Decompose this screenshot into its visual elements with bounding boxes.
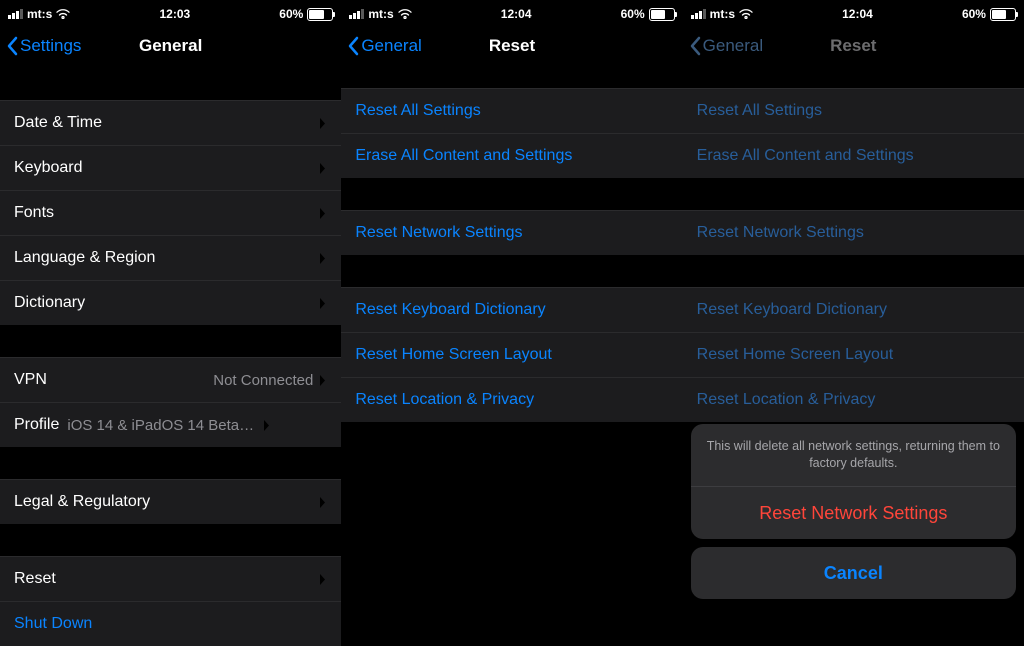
chevron-left-icon	[347, 36, 359, 56]
battery-icon	[307, 8, 333, 21]
row-reset-keyboard-dict: Reset Keyboard Dictionary	[683, 288, 1024, 333]
cancel-button[interactable]: Cancel	[691, 547, 1016, 599]
row-value: Not Connected	[213, 372, 313, 389]
row-keyboard[interactable]: Keyboard	[0, 146, 341, 191]
back-button[interactable]: General	[341, 36, 421, 56]
row-label: Erase All Content and Settings	[355, 147, 668, 165]
back-label: Settings	[20, 36, 81, 56]
status-bar: mt:s 12:04 60%	[683, 0, 1024, 24]
chevron-right-icon	[319, 374, 327, 387]
row-reset-location-privacy: Reset Location & Privacy	[683, 378, 1024, 422]
clock: 12:03	[159, 7, 190, 21]
nav-bar: General Reset	[341, 24, 682, 68]
nav-bar: General Reset	[683, 24, 1024, 68]
chevron-right-icon	[319, 162, 327, 175]
battery-percent: 60%	[962, 7, 986, 21]
row-label: Keyboard	[14, 159, 319, 177]
row-label: Reset Home Screen Layout	[355, 346, 668, 364]
row-label: Shut Down	[14, 615, 327, 633]
row-label: Legal & Regulatory	[14, 493, 319, 511]
row-reset-all-settings: Reset All Settings	[683, 89, 1024, 134]
row-label: Reset Network Settings	[697, 224, 1010, 242]
wifi-icon	[398, 9, 412, 19]
battery-icon	[990, 8, 1016, 21]
signal-icon	[691, 9, 706, 19]
action-sheet-message: This will delete all network settings, r…	[691, 424, 1016, 487]
row-profile[interactable]: Profile iOS 14 & iPadOS 14 Beta Softwar..…	[0, 403, 341, 447]
carrier-label: mt:s	[368, 7, 393, 21]
row-label: Erase All Content and Settings	[697, 147, 1010, 165]
row-label: Reset Location & Privacy	[697, 391, 1010, 409]
chevron-right-icon	[319, 117, 327, 130]
row-reset-keyboard-dict[interactable]: Reset Keyboard Dictionary	[341, 288, 682, 333]
phone-reset-confirm: mt:s 12:04 60% General Reset Reset All S…	[683, 0, 1024, 607]
row-reset-network[interactable]: Reset Network Settings	[341, 211, 682, 255]
back-button: General	[683, 36, 763, 56]
row-vpn[interactable]: VPNNot Connected	[0, 358, 341, 403]
row-label: Language & Region	[14, 249, 319, 267]
nav-bar: Settings General	[0, 24, 341, 68]
row-erase-all: Erase All Content and Settings	[683, 134, 1024, 178]
row-label: Fonts	[14, 204, 319, 222]
action-sheet: This will delete all network settings, r…	[691, 424, 1016, 599]
chevron-right-icon	[319, 252, 327, 265]
row-label: Reset Network Settings	[355, 224, 668, 242]
row-erase-all[interactable]: Erase All Content and Settings	[341, 134, 682, 178]
back-label: General	[361, 36, 421, 56]
phone-general: mt:s 12:03 60% Settings General Date & T…	[0, 0, 341, 607]
status-bar: mt:s 12:04 60%	[341, 0, 682, 24]
row-language-region[interactable]: Language & Region	[0, 236, 341, 281]
row-reset-home-layout: Reset Home Screen Layout	[683, 333, 1024, 378]
battery-percent: 60%	[621, 7, 645, 21]
row-label: Reset All Settings	[355, 102, 668, 120]
row-date-time[interactable]: Date & Time	[0, 101, 341, 146]
row-label: Reset Keyboard Dictionary	[355, 301, 668, 319]
chevron-right-icon	[319, 573, 327, 586]
row-reset-home-layout[interactable]: Reset Home Screen Layout	[341, 333, 682, 378]
row-value: iOS 14 & iPadOS 14 Beta Softwar...	[67, 417, 257, 434]
row-label: VPN	[14, 371, 213, 389]
row-shut-down[interactable]: Shut Down	[0, 602, 341, 646]
chevron-right-icon	[319, 297, 327, 310]
confirm-reset-button[interactable]: Reset Network Settings	[691, 487, 1016, 539]
carrier-label: mt:s	[27, 7, 52, 21]
phone-reset: mt:s 12:04 60% General Reset Reset All S…	[341, 0, 682, 607]
row-label: Reset All Settings	[697, 102, 1010, 120]
back-label: General	[703, 36, 763, 56]
chevron-right-icon	[319, 207, 327, 220]
row-dictionary[interactable]: Dictionary	[0, 281, 341, 325]
row-reset-network: Reset Network Settings	[683, 211, 1024, 255]
chevron-right-icon	[319, 496, 327, 509]
chevron-left-icon	[689, 36, 701, 56]
row-reset-location-privacy[interactable]: Reset Location & Privacy	[341, 378, 682, 422]
row-legal[interactable]: Legal & Regulatory	[0, 480, 341, 524]
clock: 12:04	[842, 7, 873, 21]
chevron-left-icon	[6, 36, 18, 56]
signal-icon	[8, 9, 23, 19]
row-label: Profile	[14, 416, 59, 434]
row-label: Reset Location & Privacy	[355, 391, 668, 409]
wifi-icon	[56, 9, 70, 19]
row-label: Reset	[14, 570, 319, 588]
back-button[interactable]: Settings	[0, 36, 81, 56]
row-label: Reset Keyboard Dictionary	[697, 301, 1010, 319]
row-label: Dictionary	[14, 294, 319, 312]
row-fonts[interactable]: Fonts	[0, 191, 341, 236]
battery-icon	[649, 8, 675, 21]
status-bar: mt:s 12:03 60%	[0, 0, 341, 24]
carrier-label: mt:s	[710, 7, 735, 21]
wifi-icon	[739, 9, 753, 19]
row-reset[interactable]: Reset	[0, 557, 341, 602]
signal-icon	[349, 9, 364, 19]
row-label: Reset Home Screen Layout	[697, 346, 1010, 364]
row-label: Date & Time	[14, 114, 319, 132]
battery-percent: 60%	[279, 7, 303, 21]
clock: 12:04	[501, 7, 532, 21]
row-reset-all-settings[interactable]: Reset All Settings	[341, 89, 682, 134]
chevron-right-icon	[263, 419, 271, 432]
